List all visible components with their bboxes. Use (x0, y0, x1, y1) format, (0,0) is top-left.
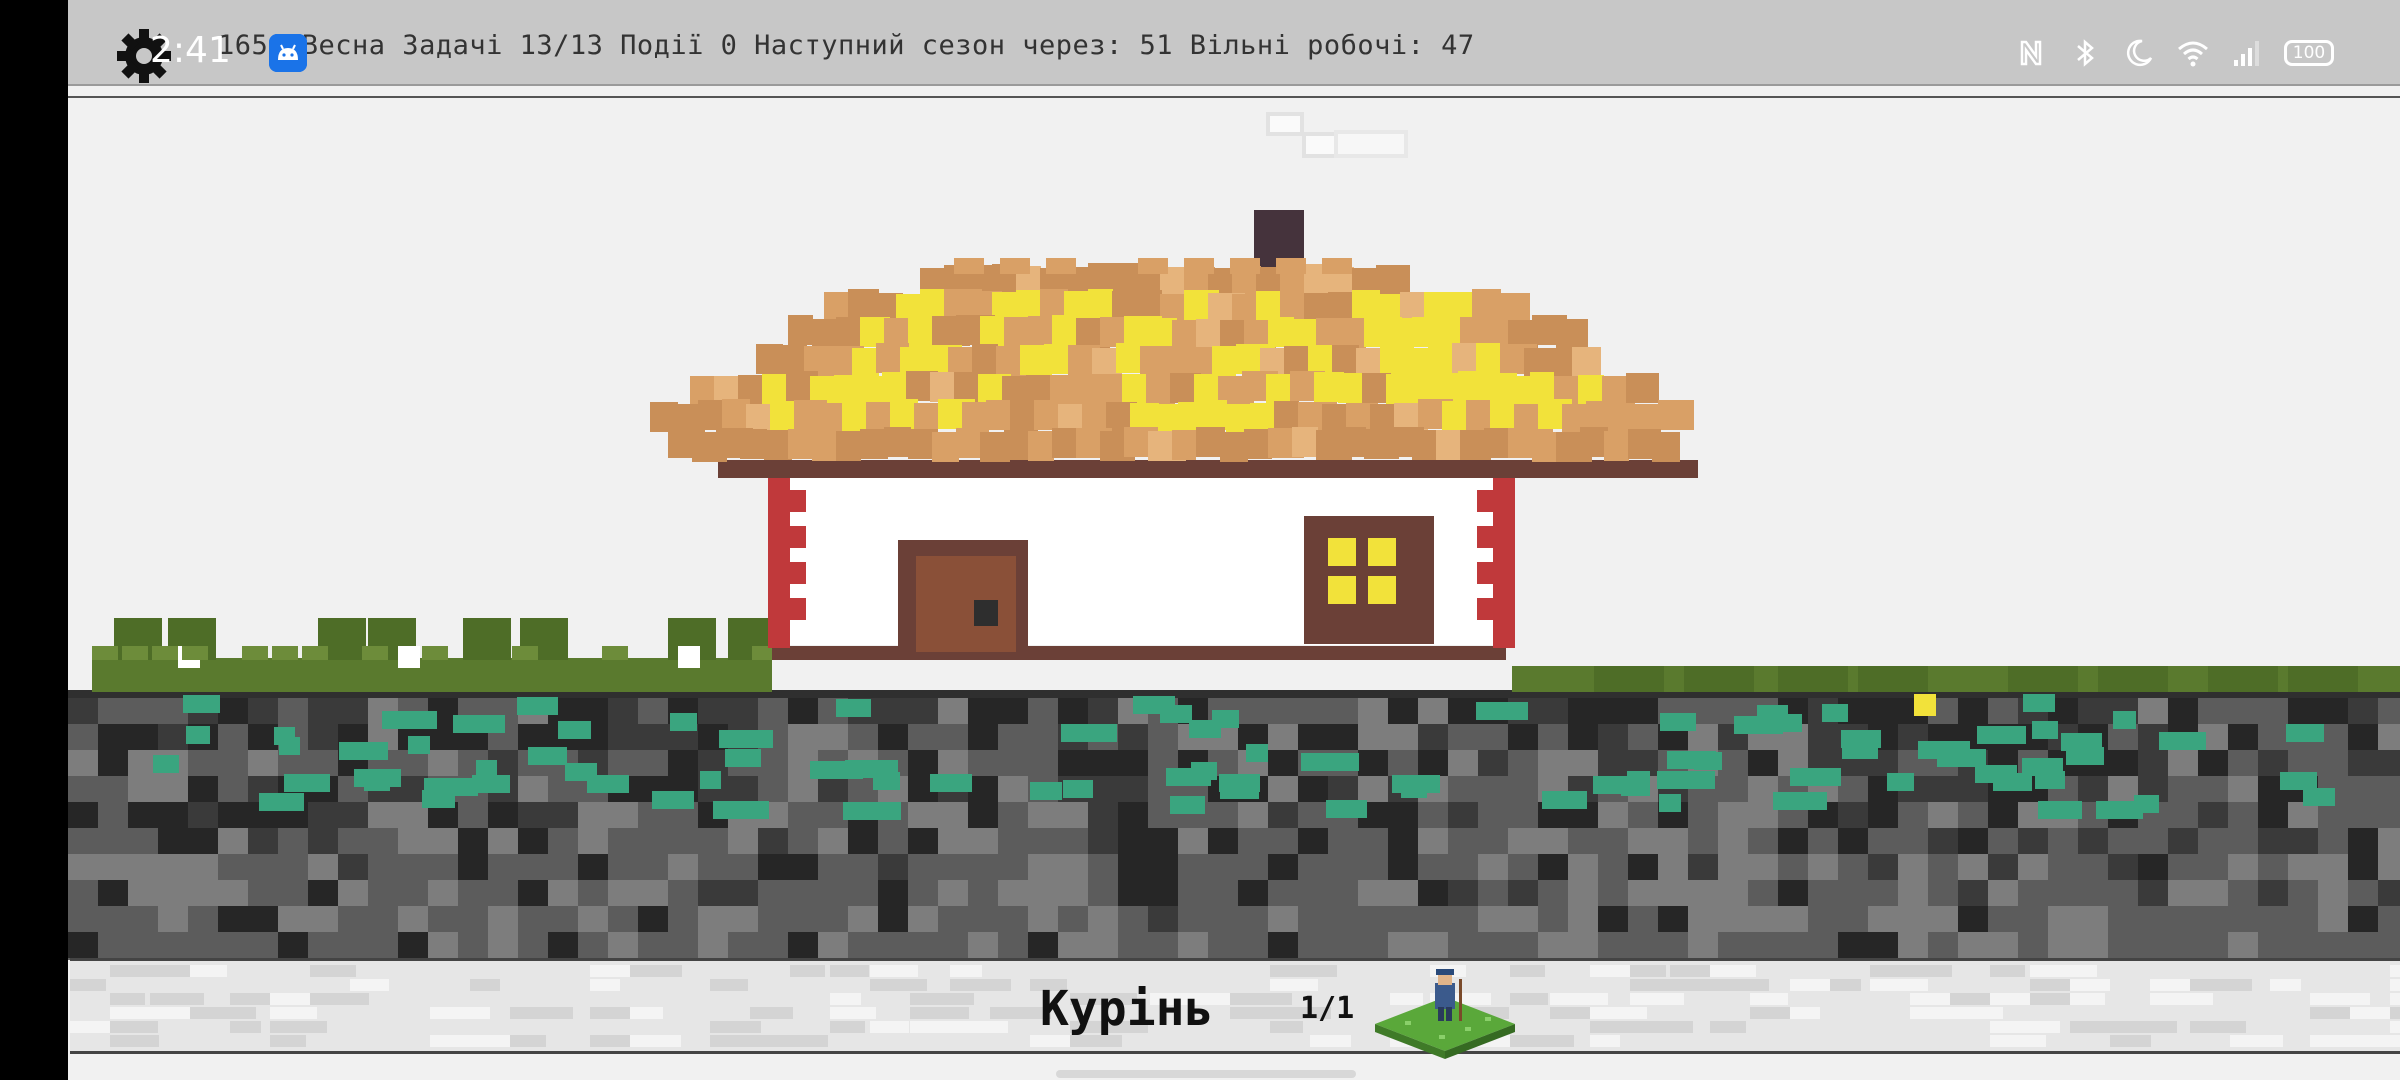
ground (68, 690, 2400, 960)
building-panel[interactable]: Курінь 1/1 (70, 958, 2400, 1059)
battery-indicator: 100 (2284, 40, 2334, 66)
wifi-icon (2178, 41, 2208, 67)
farmer-tile-icon[interactable] (1375, 969, 1515, 1059)
hud-status-text: 1656 Весна Задачі 13/13 Події 0 Наступни… (218, 30, 1475, 61)
panel-texture (70, 965, 2400, 1047)
nfc-icon (2020, 40, 2042, 66)
navigation-handle[interactable] (1056, 1070, 1356, 1078)
game-screen: 1656 Весна Задачі 13/13 Події 0 Наступни… (68, 0, 2400, 1080)
building-count: 1/1 (1300, 991, 1355, 1026)
system-status-icons: 100 (2014, 36, 2334, 70)
bluetooth-icon (2077, 39, 2094, 67)
android-icon (269, 34, 307, 72)
hud-divider (68, 96, 2400, 98)
system-clock: 2:41 (150, 30, 231, 71)
house-window (1304, 516, 1434, 644)
moon-icon (2126, 39, 2153, 67)
game-scene[interactable] (68, 98, 2400, 960)
signal-icon (2234, 41, 2259, 66)
building-name: Курінь (1040, 981, 1214, 1037)
house-door[interactable] (898, 540, 1028, 660)
